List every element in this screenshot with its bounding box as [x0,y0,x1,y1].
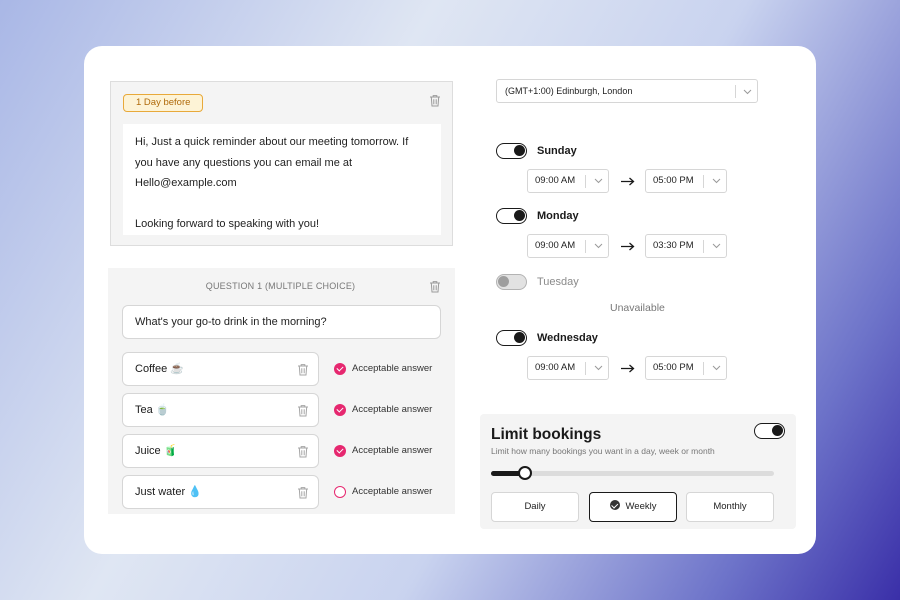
answer-label: Coffee ☕ [135,363,184,375]
answer-field[interactable]: Juice 🧃 [122,434,319,468]
arrow-right-icon [621,364,635,373]
timezone-value: (GMT+1:00) Edinburgh, London [505,86,633,96]
message-line: Hello@example.com [135,177,237,189]
divider [585,175,586,188]
trash-icon[interactable] [429,94,441,107]
reminder-panel: 1 Day before Hi, Just a quick reminder a… [110,81,453,246]
limit-bookings-toggle[interactable] [754,423,785,439]
empty-circle-icon[interactable] [334,486,346,498]
day-label: Wednesday [537,332,598,344]
message-line: Hi, Just a quick reminder about our meet… [135,136,409,148]
end-time-select[interactable]: 05:00 PM [645,356,727,380]
answer-label: Just water 💧 [135,486,202,498]
trash-icon[interactable] [297,404,309,417]
limit-bookings-title: Limit bookings [491,426,602,443]
option-label: Weekly [625,501,657,512]
wednesday-toggle[interactable] [496,330,527,346]
start-time: 09:00 AM [535,240,576,251]
acceptable-answer-label: Acceptable answer [352,445,433,456]
check-circle-icon [609,500,620,510]
divider [703,175,704,188]
divider [703,362,704,375]
answer-label: Tea 🍵 [135,404,170,416]
limit-bookings-subtitle: Limit how many bookings you want in a da… [491,446,715,456]
divider [703,240,704,253]
answer-field[interactable]: Coffee ☕ [122,352,319,386]
question-input[interactable]: What's your go-to drink in the morning? [122,305,441,339]
chevron-down-icon [594,178,603,184]
answer-field[interactable]: Tea 🍵 [122,393,319,427]
timezone-select[interactable]: (GMT+1:00) Edinburgh, London [496,79,758,103]
start-time-select[interactable]: 09:00 AM [527,356,609,380]
chevron-down-icon [594,243,603,249]
end-time-select[interactable]: 03:30 PM [645,234,727,258]
answer-field[interactable]: Just water 💧 [122,475,319,509]
reminder-message-field[interactable]: Hi, Just a quick reminder about our meet… [123,124,441,235]
start-time-select[interactable]: 09:00 AM [527,169,609,193]
trash-icon[interactable] [297,445,309,458]
question-title: QUESTION 1 (MULTIPLE CHOICE) [205,281,356,291]
period-option-weekly[interactable]: Weekly [589,492,677,522]
period-option-monthly[interactable]: Monthly [686,492,774,522]
day-label: Tuesday [537,276,579,288]
arrow-right-icon [621,242,635,251]
check-circle-icon[interactable] [334,445,346,457]
limit-bookings-panel: Limit bookings Limit how many bookings y… [480,414,796,529]
chevron-down-icon [712,178,721,184]
start-time-select[interactable]: 09:00 AM [527,234,609,258]
bookings-slider[interactable] [491,466,774,480]
trash-icon[interactable] [429,280,441,293]
message-line: you have any questions you can email me … [135,156,353,169]
acceptable-answer-label: Acceptable answer [352,486,433,497]
divider [735,85,736,98]
trash-icon[interactable] [297,363,309,376]
check-circle-icon[interactable] [334,404,346,416]
day-label: Sunday [537,145,577,157]
end-time-select[interactable]: 05:00 PM [645,169,727,193]
start-time: 09:00 AM [535,362,576,373]
settings-card: 1 Day before Hi, Just a quick reminder a… [84,46,816,554]
chevron-down-icon [594,365,603,371]
check-circle-icon[interactable] [334,363,346,375]
day-label: Monday [537,210,579,222]
divider [585,362,586,375]
divider [585,240,586,253]
slider-handle[interactable] [517,466,532,480]
acceptable-answer-label: Acceptable answer [352,404,433,415]
start-time: 09:00 AM [535,175,576,186]
arrow-right-icon [621,177,635,186]
period-option-daily[interactable]: Daily [491,492,579,522]
tuesday-toggle[interactable] [496,274,527,290]
unavailable-label: Unavailable [610,302,665,314]
chevron-down-icon [712,243,721,249]
acceptable-answer-label: Acceptable answer [352,363,433,374]
chevron-down-icon [712,365,721,371]
monday-toggle[interactable] [496,208,527,224]
end-time: 03:30 PM [653,240,694,251]
end-time: 05:00 PM [653,175,694,186]
option-label: Daily [524,501,546,512]
reminder-timing-badge[interactable]: 1 Day before [123,94,204,112]
message-line: Looking forward to speaking with you! [135,217,320,230]
question-panel: QUESTION 1 (MULTIPLE CHOICE) What's your… [108,268,455,514]
answer-label: Juice 🧃 [135,445,178,457]
trash-icon[interactable] [297,486,309,499]
option-label: Monthly [713,501,747,512]
sunday-toggle[interactable] [496,143,527,159]
chevron-down-icon [743,89,752,95]
end-time: 05:00 PM [653,362,694,373]
